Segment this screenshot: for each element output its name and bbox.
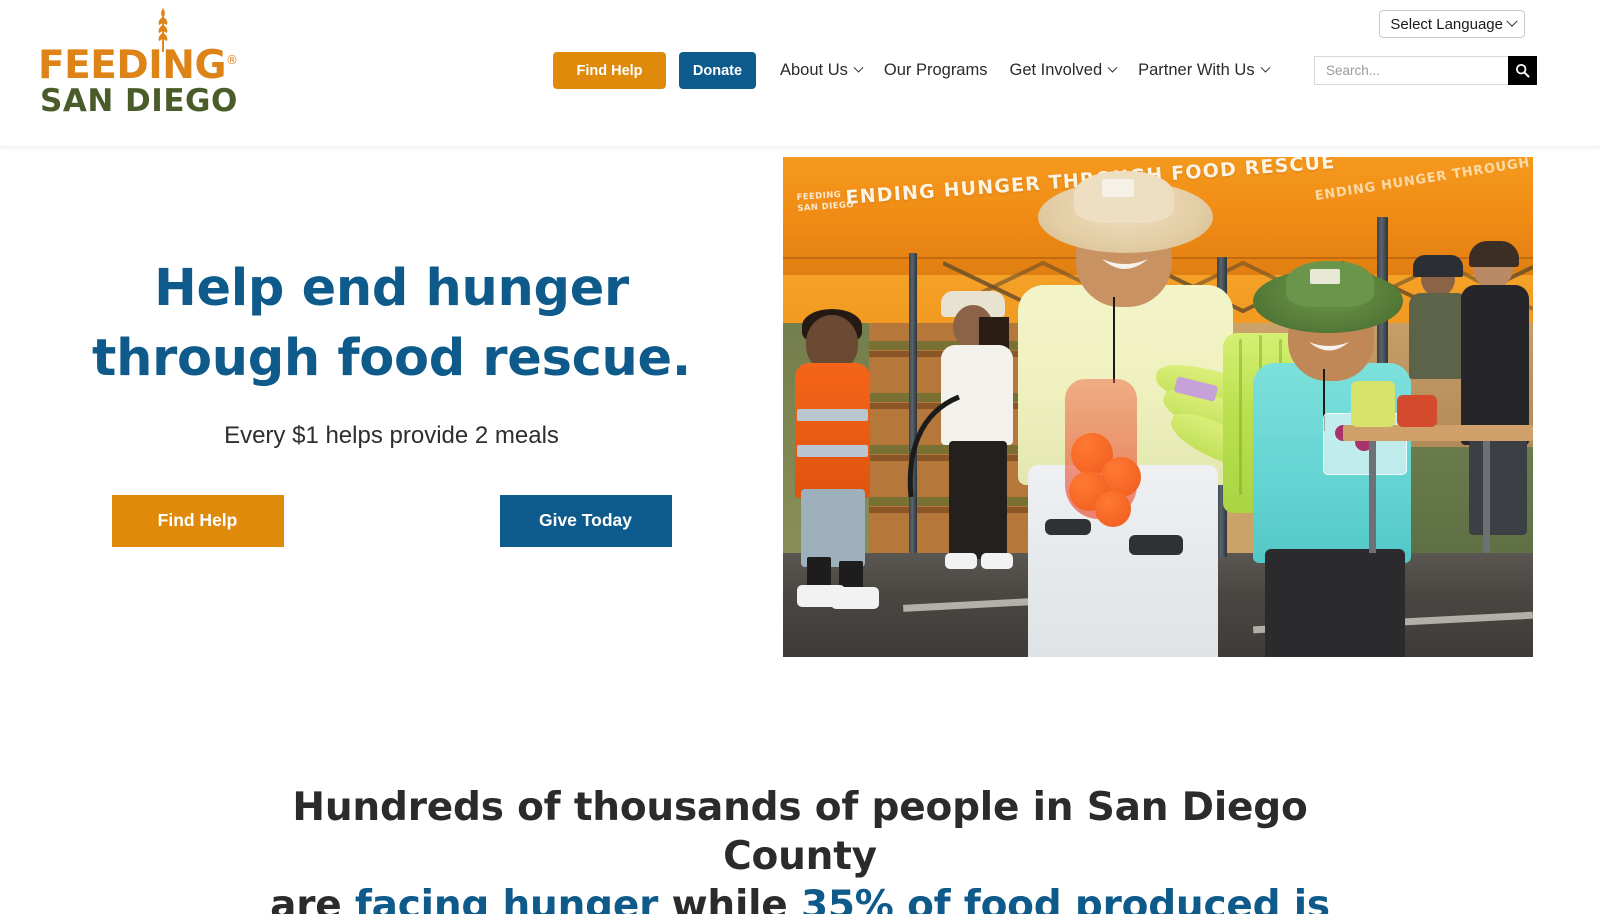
- produce-on-table: [1397, 395, 1437, 427]
- nav-links: About Us Our Programs Get Involved Partn…: [780, 61, 1291, 80]
- hat-flag-patch: [1310, 269, 1340, 284]
- volunteer-shorts: [801, 489, 865, 567]
- celery-rib: [1239, 339, 1242, 495]
- hero-title-line-1: Help end hunger: [154, 259, 629, 318]
- nav-item-get-involved[interactable]: Get Involved: [1009, 61, 1118, 80]
- orange-fruit: [1095, 491, 1131, 527]
- nav-item-partner-with-us[interactable]: Partner With Us: [1138, 61, 1271, 80]
- background-person-top: [1461, 285, 1529, 445]
- select-language-label: Select Language: [1390, 15, 1503, 33]
- nav-label: Our Programs: [883, 61, 988, 79]
- site-logo[interactable]: FEEDING® SAN DIEGO: [38, 8, 248, 119]
- girl-pants: [1265, 549, 1405, 657]
- hair: [1469, 241, 1519, 267]
- chevron-down-icon: [1260, 62, 1271, 73]
- volunteer-safety-vest: [795, 363, 870, 498]
- impact-line-2-mid: while: [658, 882, 801, 914]
- impact-highlight-facing-hunger: facing hunger: [354, 882, 659, 914]
- hero-copy: Help end hunger through food rescue. Eve…: [0, 146, 783, 706]
- girl-smile: [1309, 342, 1349, 351]
- girl-hat-crown: [1286, 261, 1374, 307]
- jeans-rip: [1045, 519, 1091, 535]
- donate-button[interactable]: Donate: [679, 52, 756, 89]
- impact-line-2-prefix: are: [270, 882, 355, 914]
- find-help-button[interactable]: Find Help: [553, 52, 666, 89]
- logo-text-feeding: FEEDING®: [38, 43, 238, 88]
- language-selector-wrapper: Select Language: [1379, 10, 1525, 38]
- shoe: [981, 553, 1013, 569]
- nav-label: Get Involved: [1009, 61, 1103, 79]
- search-submit-button[interactable]: [1508, 56, 1537, 85]
- impact-statement-section: Hundreds of thousands of people in San D…: [0, 706, 1600, 914]
- search-icon: [1515, 63, 1530, 78]
- jeans-rip: [1129, 535, 1183, 555]
- nav-item-our-programs[interactable]: Our Programs: [884, 61, 988, 80]
- impact-headline: Hundreds of thousands of people in San D…: [235, 784, 1365, 914]
- table-leg: [1483, 441, 1490, 553]
- nav-label: About Us: [780, 61, 848, 79]
- chevron-down-icon: [1107, 62, 1118, 73]
- select-language-dropdown[interactable]: Select Language: [1379, 10, 1525, 38]
- hero-image: ENDING HUNGER THROUGH FOOD RESCUE FEEDIN…: [783, 157, 1533, 657]
- cap: [1413, 255, 1463, 277]
- distribution-table: [1343, 425, 1533, 441]
- impact-highlight-food-waste: 35% of food produced is: [800, 882, 1330, 914]
- background-person-shirt: [1409, 293, 1469, 379]
- chevron-down-icon: [853, 62, 864, 73]
- search-input[interactable]: [1314, 56, 1508, 85]
- main-navigation: Find Help Donate About Us Our Programs G…: [553, 52, 1291, 89]
- vest-reflective-stripe: [797, 445, 868, 457]
- produce-on-table: [1351, 381, 1395, 427]
- shoe: [831, 587, 879, 609]
- hero-cta-group: Find Help Give Today: [111, 494, 672, 547]
- hero-section: Help end hunger through food rescue. Eve…: [0, 146, 1600, 706]
- vest-reflective-stripe: [797, 409, 868, 421]
- table-leg: [1369, 441, 1376, 553]
- canopy-logo: FEEDING SAN DIEGO: [796, 189, 854, 214]
- chevron-down-icon: [1506, 15, 1518, 27]
- background-person-shorts: [1469, 439, 1527, 535]
- logo-text-sandiego: SAN DIEGO: [40, 83, 238, 119]
- hero-give-today-button[interactable]: Give Today: [499, 494, 672, 547]
- hero-subtitle: Every $1 helps provide 2 meals: [224, 421, 559, 449]
- impact-line-1: Hundreds of thousands of people in San D…: [292, 785, 1308, 879]
- page-title: Help end hunger through food rescue.: [92, 254, 691, 395]
- shoe: [945, 553, 977, 569]
- nav-label: Partner With Us: [1138, 61, 1255, 79]
- woman-smile: [1102, 259, 1148, 269]
- hero-find-help-button[interactable]: Find Help: [111, 494, 284, 547]
- hat-flag-patch: [1102, 179, 1134, 197]
- hero-title-line-2: through food rescue.: [92, 329, 691, 389]
- site-search: [1314, 56, 1537, 85]
- cart-handle: [907, 394, 960, 498]
- nav-item-about-us[interactable]: About Us: [780, 61, 864, 80]
- site-header: Select Language FEEDING® SAN DIEGO Find …: [0, 0, 1600, 146]
